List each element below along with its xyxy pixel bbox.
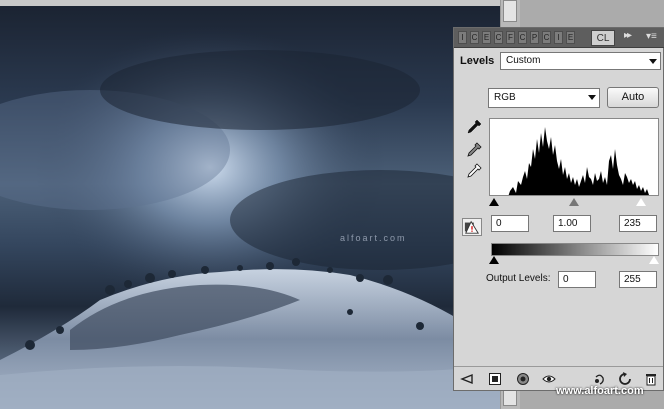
- panel-tab-icon[interactable]: F: [506, 31, 515, 44]
- panel-tab-icon[interactable]: C: [494, 31, 503, 44]
- output-levels-label: Output Levels:: [486, 273, 551, 284]
- panel-menu-icon[interactable]: ▾≡: [646, 31, 657, 42]
- document-canvas[interactable]: alfoart.com: [0, 0, 500, 409]
- panel-tab-icon[interactable]: C: [518, 31, 527, 44]
- gray-point-eyedropper-icon[interactable]: [465, 141, 483, 159]
- channel-value: RGB: [494, 92, 516, 103]
- black-point-eyedropper-icon[interactable]: [465, 118, 483, 136]
- chevron-down-icon: [588, 95, 596, 100]
- input-levels-slider[interactable]: [489, 197, 659, 210]
- tab-clone[interactable]: CL: [591, 30, 615, 46]
- chevron-down-icon: [649, 59, 657, 64]
- panel-tab-icon[interactable]: E: [566, 31, 575, 44]
- clip-to-layer-icon[interactable]: [488, 372, 502, 386]
- mask-icon[interactable]: [516, 372, 530, 386]
- input-white-handle[interactable]: [635, 197, 648, 207]
- panel-tab-icon[interactable]: I: [458, 31, 467, 44]
- panel-tab-icon[interactable]: E: [482, 31, 491, 44]
- output-black-field[interactable]: 0: [558, 271, 596, 288]
- preset-value: Custom: [506, 55, 541, 66]
- return-arrow-icon[interactable]: [460, 372, 474, 386]
- input-gamma-handle[interactable]: [569, 198, 579, 206]
- input-white-field[interactable]: 235: [619, 215, 657, 232]
- channel-dropdown[interactable]: RGB: [488, 88, 600, 108]
- clipping-warning-icon[interactable]: [462, 218, 482, 236]
- preset-dropdown[interactable]: Custom: [500, 52, 661, 70]
- output-white-handle[interactable]: [648, 255, 660, 265]
- previous-state-icon[interactable]: [592, 372, 606, 386]
- collapse-panel-icon[interactable]: ▸▸: [624, 30, 632, 41]
- input-black-handle[interactable]: [489, 198, 499, 206]
- visibility-eye-icon[interactable]: [542, 372, 556, 386]
- site-watermark: www.alfoart.com: [556, 385, 644, 397]
- input-black-field[interactable]: 0: [491, 215, 529, 232]
- scroll-up-box[interactable]: [503, 0, 517, 22]
- trash-icon[interactable]: [644, 372, 658, 386]
- panel-tab-icon[interactable]: C: [542, 31, 551, 44]
- reset-icon[interactable]: [618, 372, 632, 386]
- histogram-graph: [508, 127, 649, 195]
- output-gradient-bar: [491, 243, 659, 256]
- image-watermark: alfoart.com: [340, 233, 407, 243]
- panel-tab-icon[interactable]: C: [470, 31, 479, 44]
- output-black-handle[interactable]: [489, 256, 499, 264]
- panel-tab-strip: I C E C F C P C I E CL ▸▸ ▾≡: [454, 28, 664, 48]
- auto-button[interactable]: Auto: [607, 87, 659, 108]
- levels-panel: I C E C F C P C I E CL ▸▸ ▾≡ Levels Cust…: [453, 27, 664, 391]
- adjustment-type-label: Levels: [460, 55, 495, 67]
- panel-tab-icon[interactable]: P: [530, 31, 539, 44]
- panel-tab-icon[interactable]: I: [554, 31, 563, 44]
- white-point-eyedropper-icon[interactable]: [465, 162, 483, 180]
- input-gamma-field[interactable]: 1.00: [553, 215, 591, 232]
- output-levels-slider[interactable]: [489, 255, 660, 266]
- histogram: [489, 118, 659, 196]
- output-white-field[interactable]: 255: [619, 271, 657, 288]
- landscape-image: [0, 6, 500, 409]
